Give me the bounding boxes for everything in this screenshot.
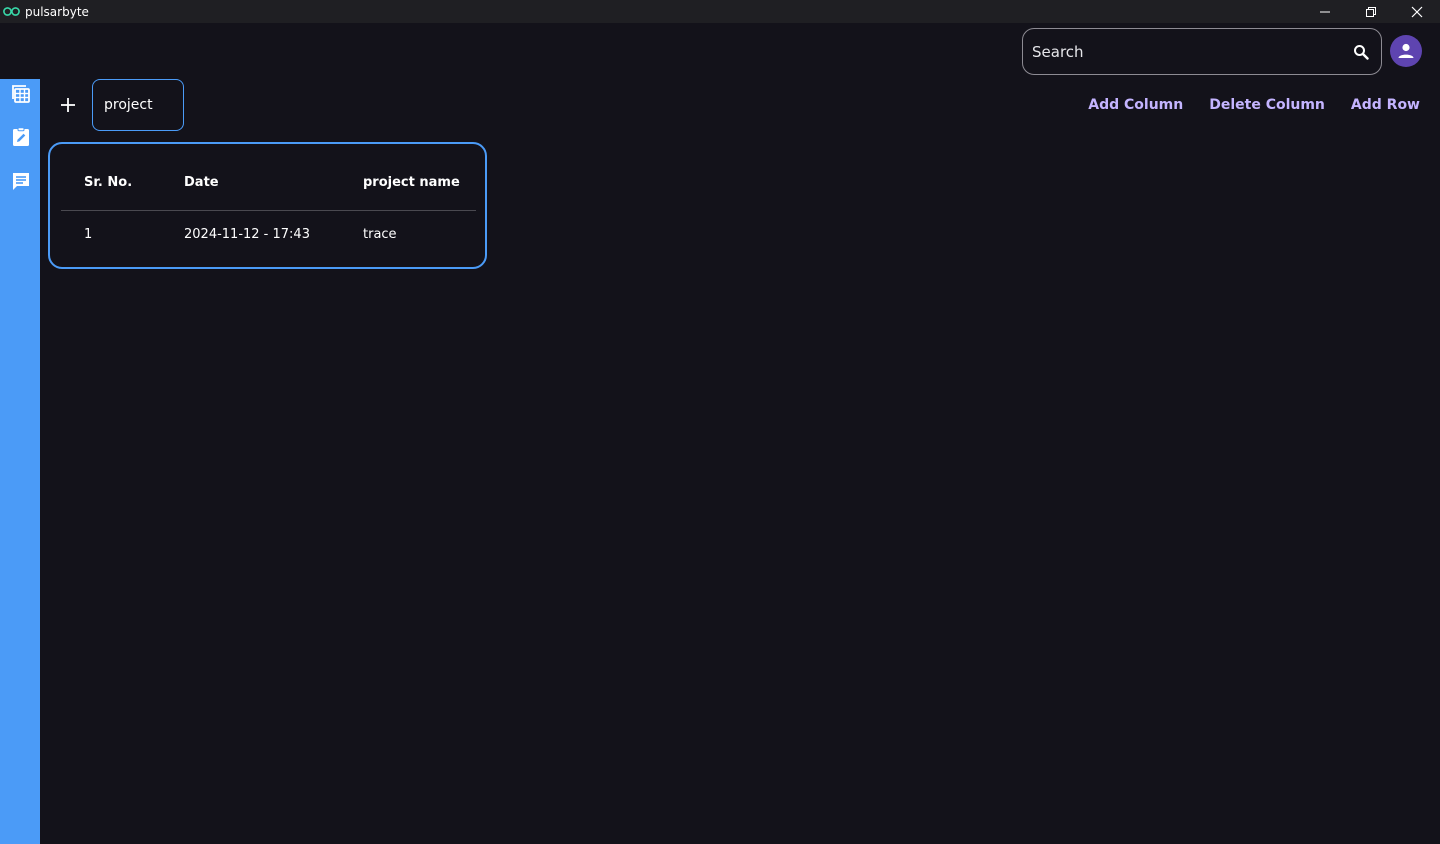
title-bar: pulsarbyte — [0, 0, 1440, 23]
sidebar-item-chat[interactable] — [10, 170, 32, 192]
sidebar — [0, 79, 40, 844]
add-column-button[interactable]: Add Column — [1088, 97, 1183, 113]
column-header-project-name[interactable]: project name — [363, 175, 460, 190]
window-title: pulsarbyte — [25, 4, 89, 19]
cell-sr-no[interactable]: 1 — [84, 227, 92, 242]
cell-date[interactable]: 2024-11-12 - 17:43 — [184, 227, 310, 242]
window-controls — [1302, 0, 1440, 23]
table-header: Sr. No. Date project name — [50, 144, 485, 211]
close-icon — [1411, 6, 1423, 17]
add-row-button[interactable]: Add Row — [1351, 97, 1420, 113]
add-tab-button[interactable] — [58, 95, 78, 115]
restore-button[interactable] — [1348, 0, 1394, 23]
table-icon — [12, 85, 30, 103]
minimize-button[interactable] — [1302, 0, 1348, 23]
table-actions: Add Column Delete Column Add Row — [1088, 97, 1420, 113]
cell-project-name[interactable]: trace — [363, 227, 397, 242]
search-icon[interactable] — [1351, 42, 1371, 62]
sidebar-item-tables[interactable] — [10, 83, 32, 105]
user-icon — [1398, 43, 1414, 58]
app-logo-icon — [3, 6, 21, 18]
restore-icon — [1366, 6, 1376, 17]
avatar[interactable] — [1390, 35, 1422, 67]
column-header-sr-no[interactable]: Sr. No. — [84, 175, 132, 190]
data-table: Sr. No. Date project name 1 2024-11-12 -… — [48, 142, 487, 269]
sidebar-item-notes[interactable] — [10, 126, 32, 148]
minimize-icon — [1320, 11, 1330, 12]
table-row[interactable]: 1 2024-11-12 - 17:43 trace — [50, 211, 485, 261]
close-button[interactable] — [1394, 0, 1440, 23]
tab-project[interactable]: project — [92, 79, 184, 131]
search-box — [1022, 28, 1382, 75]
chat-icon — [13, 173, 29, 190]
plus-icon — [61, 98, 75, 112]
column-header-date[interactable]: Date — [184, 175, 219, 190]
search-input[interactable] — [1023, 29, 1351, 74]
edit-note-icon — [13, 127, 29, 146]
delete-column-button[interactable]: Delete Column — [1209, 97, 1325, 113]
